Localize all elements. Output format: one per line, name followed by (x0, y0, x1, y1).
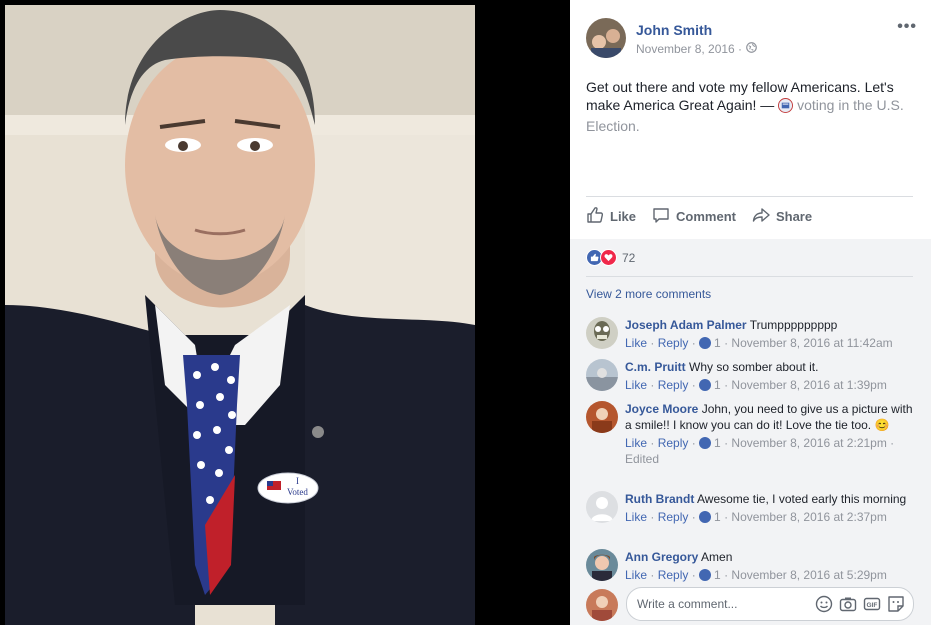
commenter-avatar[interactable] (586, 491, 618, 523)
divider (586, 276, 913, 277)
comment-meta: Like · Reply · 1 · November 8, 2016 at 1… (625, 336, 893, 350)
reaction-count: 72 (622, 250, 636, 265)
comment-body: C.m. Pruitt Why so somber about it. Like… (625, 359, 915, 393)
comment-like-link[interactable]: Like (625, 436, 647, 450)
composer-icons: GIF (815, 595, 905, 618)
comment-meta: Like · Reply · 1 · November 8, 2016 at 2… (625, 510, 887, 524)
comment-body: Joseph Adam Palmer Trumppppppppp Like · … (625, 317, 915, 351)
comment-input[interactable]: Write a comment... GIF (626, 587, 914, 621)
commenter-name[interactable]: Ruth Brandt (625, 492, 694, 506)
divider (586, 196, 913, 197)
comment-reply-link[interactable]: Reply (658, 378, 689, 392)
comment-time[interactable]: November 8, 2016 at 11:42am (731, 336, 892, 350)
comment-body: Ann Gregory Amen Like · Reply · 1 · Nove… (625, 549, 915, 583)
like-count-icon (699, 569, 712, 581)
commenter-name[interactable]: C.m. Pruitt (625, 360, 686, 374)
comment-reply-link[interactable]: Reply (658, 510, 689, 524)
comment-label: Comment (676, 209, 736, 224)
emoji-icon[interactable] (815, 595, 833, 618)
post-date[interactable]: November 8, 2016 · (636, 42, 742, 56)
post-text: Get out there and vote my fellow America… (586, 78, 921, 135)
svg-text:GIF: GIF (867, 602, 878, 609)
current-user-avatar (586, 589, 618, 621)
comment-reply-link[interactable]: Reply (658, 436, 689, 450)
share-icon (752, 206, 770, 227)
camera-icon[interactable] (839, 595, 857, 618)
like-button[interactable]: Like (586, 206, 636, 227)
commenter-avatar[interactable] (586, 401, 618, 433)
commenter-avatar[interactable] (586, 359, 618, 391)
share-button[interactable]: Share (752, 206, 812, 227)
comment-time[interactable]: November 8, 2016 at 1:39pm (731, 378, 886, 392)
commenter-name[interactable]: Ann Gregory (625, 550, 698, 564)
like-icon (586, 206, 604, 227)
comment-like-link[interactable]: Like (625, 568, 647, 582)
comment-like-count[interactable]: 1 (714, 436, 721, 450)
author-avatar[interactable] (586, 18, 626, 58)
comment-like-link[interactable]: Like (625, 378, 647, 392)
comment-body: Joyce Moore John, you need to give us a … (625, 401, 915, 467)
commenter-avatar[interactable] (586, 317, 618, 349)
comments-section: 72 View 2 more comments Joseph Adam Palm… (570, 239, 931, 625)
comment-like-count[interactable]: 1 (714, 568, 721, 582)
comment-reply-link[interactable]: Reply (658, 336, 689, 350)
comment-time[interactable]: November 8, 2016 at 5:29pm (731, 568, 886, 582)
share-label: Share (775, 209, 813, 224)
comment-like-link[interactable]: Like (625, 336, 647, 350)
comment-reply-link[interactable]: Reply (658, 568, 689, 582)
comment-time[interactable]: November 8, 2016 at 2:37pm (731, 510, 886, 524)
view-more-comments-link[interactable]: View 2 more comments (586, 287, 711, 301)
love-icon (600, 249, 617, 266)
comment-text: Awesome tie, I voted early this morning (697, 492, 907, 506)
comment-input-placeholder: Write a comment... (637, 597, 738, 611)
post-photo[interactable]: I Voted (5, 5, 475, 625)
vote-badge-icon (778, 98, 794, 117)
photo-viewer: I Voted (0, 0, 570, 625)
comment-composer: Write a comment... GIF (586, 587, 916, 621)
like-count-icon (699, 337, 712, 349)
like-label: Like (610, 209, 637, 224)
comment-edited-label[interactable]: Edited (625, 451, 915, 467)
comment-meta: Like · Reply · 1 · November 8, 2016 at 1… (625, 378, 887, 392)
comment-text: Trumppppppppp (749, 318, 838, 332)
sticker-icon[interactable] (887, 595, 905, 618)
comment-like-count[interactable]: 1 (714, 336, 721, 350)
selfie-illustration: I Voted (5, 5, 475, 625)
commenter-name[interactable]: Joyce Moore (625, 402, 698, 416)
svg-text:I: I (296, 476, 299, 486)
comment-like-link[interactable]: Like (625, 510, 647, 524)
comment-meta: Like · Reply · 1 · November 8, 2016 at 5… (625, 568, 887, 582)
comment-body: Ruth Brandt Awesome tie, I voted early t… (625, 491, 915, 525)
like-count-icon (699, 437, 712, 449)
comment-icon (652, 206, 670, 227)
commenter-avatar[interactable] (586, 549, 618, 581)
more-options-button[interactable]: ••• (897, 18, 917, 36)
comment-meta: Like · Reply · 1 · November 8, 2016 at 2… (625, 435, 915, 467)
commenter-name[interactable]: Joseph Adam Palmer (625, 318, 747, 332)
like-count-icon (699, 511, 712, 523)
like-count-icon (699, 379, 712, 391)
post-sidebar: John Smith November 8, 2016 · ••• Get ou… (570, 0, 931, 625)
comment-like-count[interactable]: 1 (714, 510, 721, 524)
gif-icon[interactable]: GIF (863, 595, 881, 618)
comment-text: Why so somber about it. (689, 360, 819, 374)
author-name[interactable]: John Smith (636, 22, 712, 38)
svg-text:Voted: Voted (287, 487, 308, 497)
comment-like-count[interactable]: 1 (714, 378, 721, 392)
action-bar: Like Comment Share (586, 206, 812, 227)
comment-time[interactable]: November 8, 2016 at 2:21pm · (731, 436, 894, 450)
globe-icon (746, 42, 757, 56)
reaction-summary[interactable]: 72 (586, 249, 635, 266)
post-meta: November 8, 2016 · (636, 42, 757, 56)
comment-text: Amen (701, 550, 733, 564)
comment-button[interactable]: Comment (652, 206, 736, 227)
